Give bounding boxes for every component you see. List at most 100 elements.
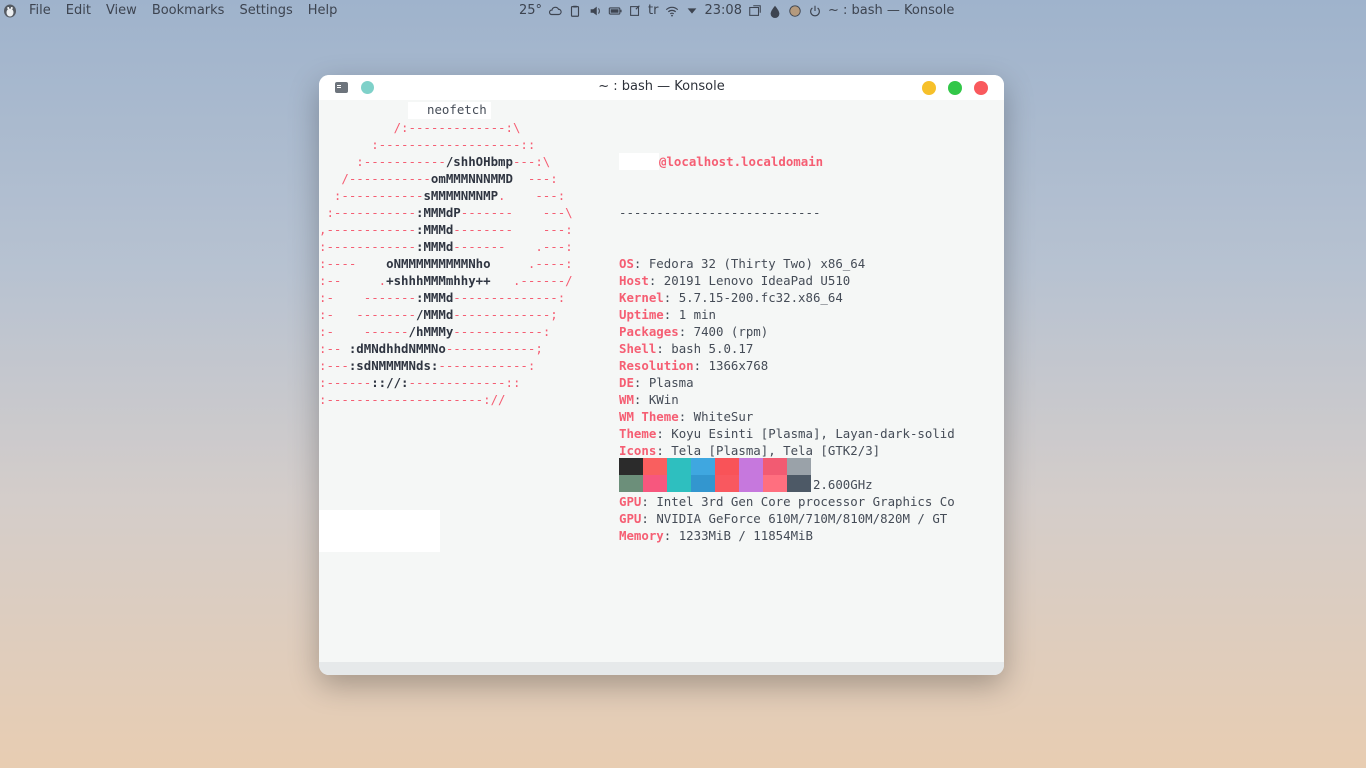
info-value: Intel 3rd Gen Core processor Graphics Co [656, 494, 955, 509]
logo-segment: :- -------- [319, 307, 416, 322]
info-value: 5.7.15-200.fc32.x86_64 [678, 290, 843, 305]
volume-icon[interactable] [588, 4, 602, 18]
penguin-icon[interactable] [2, 2, 18, 18]
menu-bar: File Edit View Bookmarks Settings Help [29, 3, 337, 18]
info-key: DE [619, 375, 634, 390]
info-key: Kernel [619, 290, 664, 305]
info-value: 1233MiB / 11854MiB [678, 528, 813, 543]
palette-swatch [667, 458, 691, 475]
hostname: @localhost.localdomain [659, 154, 824, 169]
menu-file[interactable]: File [29, 3, 51, 18]
info-colon: : [656, 443, 672, 458]
window-pin-icon[interactable] [748, 4, 762, 18]
logo-segment: :MMMd [415, 239, 454, 254]
info-key: Theme [619, 426, 657, 441]
wifi-icon[interactable] [665, 4, 679, 18]
logo-segment: ,------------ [319, 222, 416, 237]
palette-swatch [667, 475, 691, 492]
menu-settings[interactable]: Settings [239, 3, 292, 18]
info-colon: : [633, 256, 649, 271]
drop-icon[interactable] [768, 4, 782, 18]
keyboard-layout[interactable]: tr [648, 3, 658, 18]
info-colon: : [663, 307, 679, 322]
notes-icon[interactable] [628, 4, 642, 18]
logo-line: :- --------/MMMd-------------; [319, 306, 573, 323]
logo-segment: ------------: [453, 324, 551, 339]
palette-swatch [619, 475, 643, 492]
logo-segment: :-- . [319, 273, 387, 288]
logo-line: :-- .+shhhMMMmhhy++ .------/ [319, 272, 573, 289]
tray-expand-icon[interactable] [685, 4, 699, 18]
username-redacted [619, 153, 659, 170]
info-line: Packages: 7400 (rpm) [619, 323, 955, 340]
palette-swatch [763, 475, 787, 492]
logo-segment: :dMNdhhdNMMNo [348, 341, 446, 356]
logo-line: :-----------:MMMdP------- ---\ [319, 204, 572, 221]
info-value: NVIDIA GeForce 610M/710M/810M/820M / GT [656, 511, 948, 526]
info-line: OS: Fedora 32 (Thirty Two) x86_64 [619, 255, 955, 272]
menu-edit[interactable]: Edit [66, 3, 91, 18]
terminal-area[interactable]: neofetch /:-------------:\ :------------… [319, 100, 1004, 662]
info-value: 1366x768 [708, 358, 769, 373]
weather-temperature[interactable]: 25° [519, 3, 542, 18]
logo-line: :-- :dMNdhhdNMMNo------------; [319, 340, 573, 357]
menu-view[interactable]: View [106, 3, 137, 18]
power-icon[interactable] [808, 4, 822, 18]
command-line: neofetch [408, 102, 491, 119]
minimize-button[interactable] [922, 81, 936, 95]
info-colon: : [678, 324, 694, 339]
logo-line: :- ------/hMMMy------------: [319, 323, 573, 340]
logo-segment: /shhOHbmp [445, 154, 513, 169]
palette-swatch [715, 458, 739, 475]
color-palette [619, 458, 811, 492]
logo-segment: :MMMd [415, 290, 454, 305]
logo-line: :- -------:MMMd--------------: [319, 289, 573, 306]
menu-bookmarks[interactable]: Bookmarks [152, 3, 225, 18]
info-value: bash 5.0.17 [671, 341, 754, 356]
info-colon: : [663, 290, 679, 305]
clock[interactable]: 23:08 [705, 3, 742, 18]
logo-segment: -------------; [453, 307, 558, 322]
clipboard-icon[interactable] [568, 4, 582, 18]
logo-segment: :MMMd [415, 222, 454, 237]
info-colon: : [656, 426, 672, 441]
weather-cloud-icon[interactable] [548, 4, 562, 18]
logo-segment: :---------------------:// [319, 392, 506, 407]
logo-line: ,------------:MMMd-------- ---: [319, 221, 573, 238]
redacted-block [319, 510, 440, 552]
palette-swatch [739, 458, 763, 475]
logo-segment: /----------- [319, 171, 431, 186]
info-line: Theme: Koyu Esinti [Plasma], Layan-dark-… [619, 425, 955, 442]
battery-icon[interactable] [608, 4, 622, 18]
close-button[interactable] [974, 81, 988, 95]
system-tray: 25° tr 23:08 ~ : bash — Konsole [519, 3, 954, 18]
maximize-button[interactable] [948, 81, 962, 95]
info-key: Icons [619, 443, 657, 458]
menu-help[interactable]: Help [308, 3, 338, 18]
user-host-line: @localhost.localdomain [619, 153, 955, 170]
info-key: Resolution [619, 358, 694, 373]
logo-segment: ------------: [438, 358, 536, 373]
palette-swatch [787, 475, 811, 492]
info-value: 20191 Lenovo IdeaPad U510 [663, 273, 851, 288]
horizontal-scrollbar[interactable] [319, 662, 1004, 675]
logo-segment: --------------: [453, 290, 566, 305]
window-title: ~ : bash — Konsole [598, 79, 725, 94]
titlebar[interactable]: ~ : bash — Konsole [319, 75, 1004, 100]
logo-segment: :------------ [319, 239, 416, 254]
logo-segment: omMMMNNNMMD [430, 171, 513, 186]
logo-segment: :- ------ [319, 324, 409, 339]
logo-segment: :://: [371, 375, 409, 390]
info-colon: : [693, 358, 709, 373]
info-line: WM Theme: WhiteSur [619, 408, 955, 425]
logo-segment: oNMMMMMMMMMNho [386, 256, 491, 271]
logo-segment: +shhhMMMmhhy++ [386, 273, 491, 288]
user-avatar-icon[interactable] [788, 4, 802, 18]
info-key: Shell [619, 341, 657, 356]
logo-segment: sMMMMNMNMP [423, 188, 499, 203]
logo-segment: .------/ [490, 273, 573, 288]
info-key: Uptime [619, 307, 664, 322]
info-colon: : [633, 392, 649, 407]
top-panel: File Edit View Bookmarks Settings Help 2… [0, 0, 1366, 22]
palette-swatch [643, 458, 667, 475]
